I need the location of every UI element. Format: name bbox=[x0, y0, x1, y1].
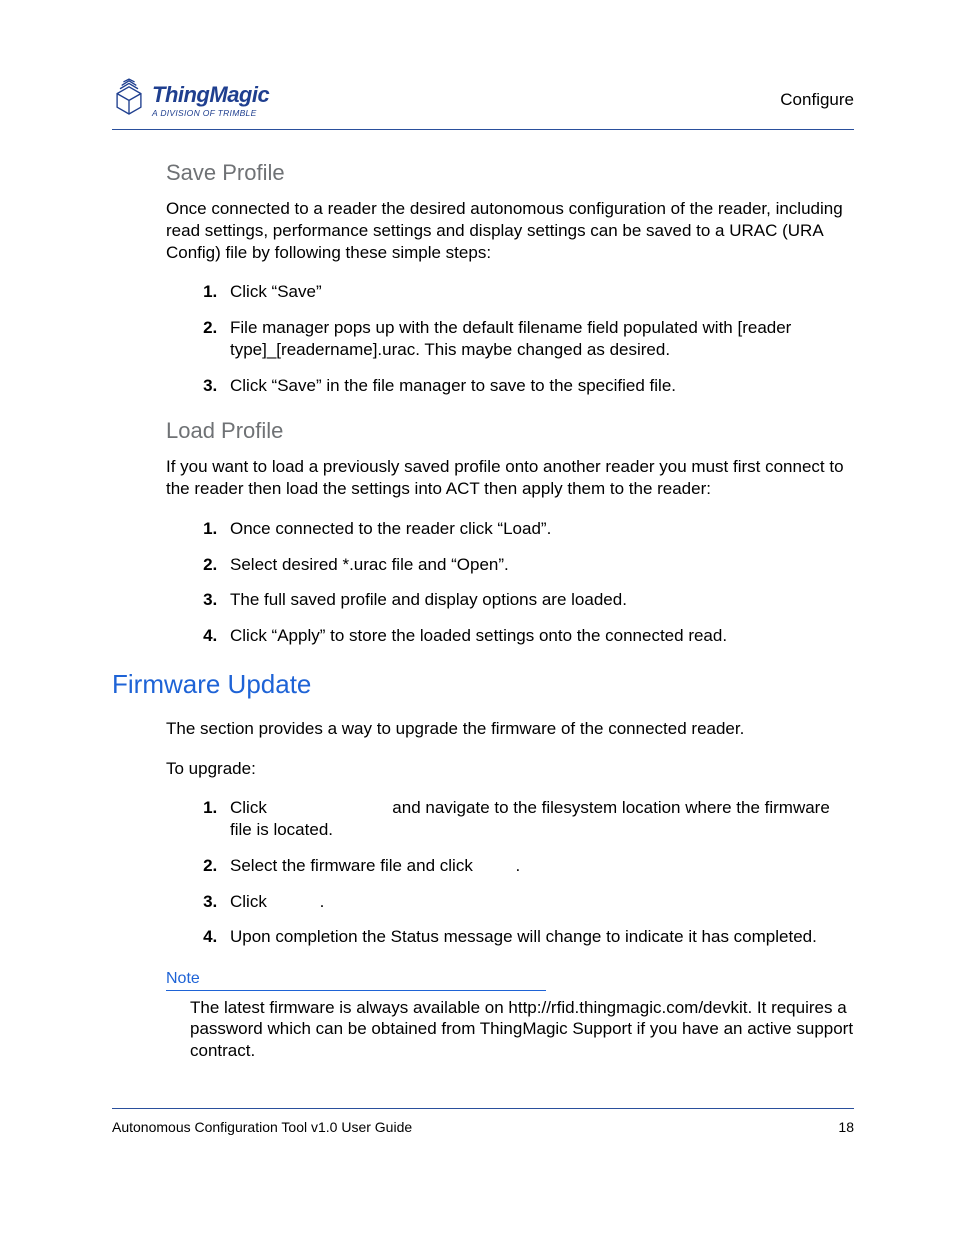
list-item: Select desired *.urac file and “Open”. bbox=[222, 554, 854, 576]
load-profile-intro: If you want to load a previously saved p… bbox=[166, 456, 854, 500]
list-item: Upon completion the Status message will … bbox=[222, 926, 854, 948]
list-item: Click “Apply” to store the loaded settin… bbox=[222, 625, 854, 647]
save-profile-steps: Click “Save” File manager pops up with t… bbox=[166, 281, 854, 396]
heading-save-profile: Save Profile bbox=[166, 160, 854, 186]
note-label: Note bbox=[166, 970, 546, 991]
firmware-update-lead: To upgrade: bbox=[166, 758, 854, 780]
list-item: Click and navigate to the filesystem loc… bbox=[222, 797, 854, 841]
list-item: The full saved profile and display optio… bbox=[222, 589, 854, 611]
logo-name: ThingMagic bbox=[152, 82, 269, 108]
content: Save Profile Once connected to a reader … bbox=[112, 160, 854, 1061]
list-item: Select the firmware file and click . bbox=[222, 855, 854, 877]
heading-load-profile: Load Profile bbox=[166, 418, 854, 444]
thingmagic-logo-icon bbox=[112, 76, 146, 123]
load-profile-steps: Once connected to the reader click “Load… bbox=[166, 518, 854, 647]
note-block: Note The latest firmware is always avail… bbox=[166, 970, 854, 1061]
page-header: ThingMagic A DIVISION OF TRIMBLE Configu… bbox=[112, 76, 854, 130]
list-item: Once connected to the reader click “Load… bbox=[222, 518, 854, 540]
header-section-label: Configure bbox=[780, 76, 854, 110]
footer-page-number: 18 bbox=[838, 1119, 854, 1135]
logo-block: ThingMagic A DIVISION OF TRIMBLE bbox=[112, 76, 269, 123]
list-item: Click . bbox=[222, 891, 854, 913]
page-root: ThingMagic A DIVISION OF TRIMBLE Configu… bbox=[0, 0, 954, 1235]
note-text: The latest firmware is always available … bbox=[166, 997, 854, 1061]
heading-firmware-update: Firmware Update bbox=[112, 669, 854, 700]
list-item: File manager pops up with the default fi… bbox=[222, 317, 854, 361]
list-item: Click “Save” in the file manager to save… bbox=[222, 375, 854, 397]
page-footer: Autonomous Configuration Tool v1.0 User … bbox=[112, 1108, 854, 1135]
logo-text: ThingMagic A DIVISION OF TRIMBLE bbox=[152, 82, 269, 118]
save-profile-intro: Once connected to a reader the desired a… bbox=[166, 198, 854, 263]
logo-tagline: A DIVISION OF TRIMBLE bbox=[152, 108, 269, 118]
footer-title: Autonomous Configuration Tool v1.0 User … bbox=[112, 1119, 412, 1135]
firmware-update-intro: The section provides a way to upgrade th… bbox=[166, 718, 854, 740]
list-item: Click “Save” bbox=[222, 281, 854, 303]
firmware-update-steps: Click and navigate to the filesystem loc… bbox=[166, 797, 854, 948]
